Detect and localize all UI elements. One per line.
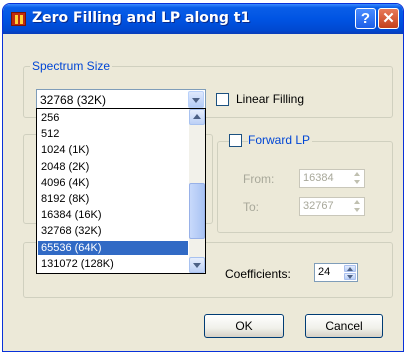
spectrum-size-selected-value: 32768 (32K) xyxy=(40,93,107,107)
from-up-icon[interactable] xyxy=(351,171,363,178)
from-down-icon[interactable] xyxy=(351,179,363,186)
window-title: Zero Filling and LP along t1 xyxy=(32,10,251,26)
title-bar[interactable]: Zero Filling and LP along t1 ? ✕ xyxy=(3,4,403,34)
from-value: 16384 xyxy=(303,172,334,184)
spectrum-size-dropdown-list[interactable]: 256 512 1024 (1K) 2048 (2K) 4096 (4K) 8192 (8… xyxy=(36,108,206,274)
dropdown-option[interactable]: 32768 (32K) xyxy=(38,224,188,238)
dropdown-option[interactable]: 256 xyxy=(38,111,188,125)
coefficients-down-icon[interactable] xyxy=(344,273,356,280)
forward-lp-label: Forward LP xyxy=(248,133,313,147)
dropdown-option[interactable]: 65536 (64K) xyxy=(38,240,188,255)
dropdown-option[interactable]: 2048 (2K) xyxy=(38,160,188,174)
linear-filling-label: Linear Filling xyxy=(236,92,305,106)
dropdown-option[interactable]: 1024 (1K) xyxy=(38,143,188,157)
coefficients-value: 24 xyxy=(318,266,331,278)
coefficients-label: Coefficients: xyxy=(225,267,291,281)
to-down-icon[interactable] xyxy=(351,207,363,214)
dialog-window: Zero Filling and LP along t1 ? ✕ Spectru… xyxy=(2,3,404,352)
scroll-up-icon[interactable] xyxy=(189,109,205,125)
dropdown-option[interactable]: 4096 (4K) xyxy=(38,176,188,190)
scroll-down-icon[interactable] xyxy=(189,257,205,273)
from-label: From: xyxy=(243,172,275,186)
dropdown-option[interactable]: 16384 (16K) xyxy=(38,208,188,222)
help-button[interactable]: ? xyxy=(355,8,376,29)
dropdown-option[interactable]: 8192 (8K) xyxy=(38,192,188,206)
from-spinner[interactable]: 16384 xyxy=(299,169,365,188)
dropdown-option[interactable]: 512 xyxy=(38,127,188,141)
close-button[interactable]: ✕ xyxy=(378,8,399,29)
coefficients-up-icon[interactable] xyxy=(344,265,356,272)
dropdown-scrollbar[interactable] xyxy=(189,109,205,273)
to-spinner[interactable]: 32767 xyxy=(299,197,365,216)
to-up-icon[interactable] xyxy=(351,199,363,206)
forward-lp-checkbox[interactable] xyxy=(229,134,242,147)
coefficients-spinner[interactable]: 24 xyxy=(314,263,358,282)
to-label: To: xyxy=(243,200,260,214)
spectrum-size-select[interactable]: 32768 (32K) xyxy=(36,89,206,110)
dropdown-arrow-icon[interactable] xyxy=(188,91,204,108)
to-value: 32767 xyxy=(303,200,334,212)
spectrum-size-group-title: Spectrum Size xyxy=(30,59,113,73)
ok-button[interactable]: OK xyxy=(204,314,284,338)
cancel-button[interactable]: Cancel xyxy=(305,314,383,338)
scroll-thumb[interactable] xyxy=(189,183,205,239)
app-icon xyxy=(11,12,26,26)
linear-filling-checkbox[interactable] xyxy=(216,93,229,106)
dropdown-option[interactable]: 131072 (128K) xyxy=(38,257,188,271)
